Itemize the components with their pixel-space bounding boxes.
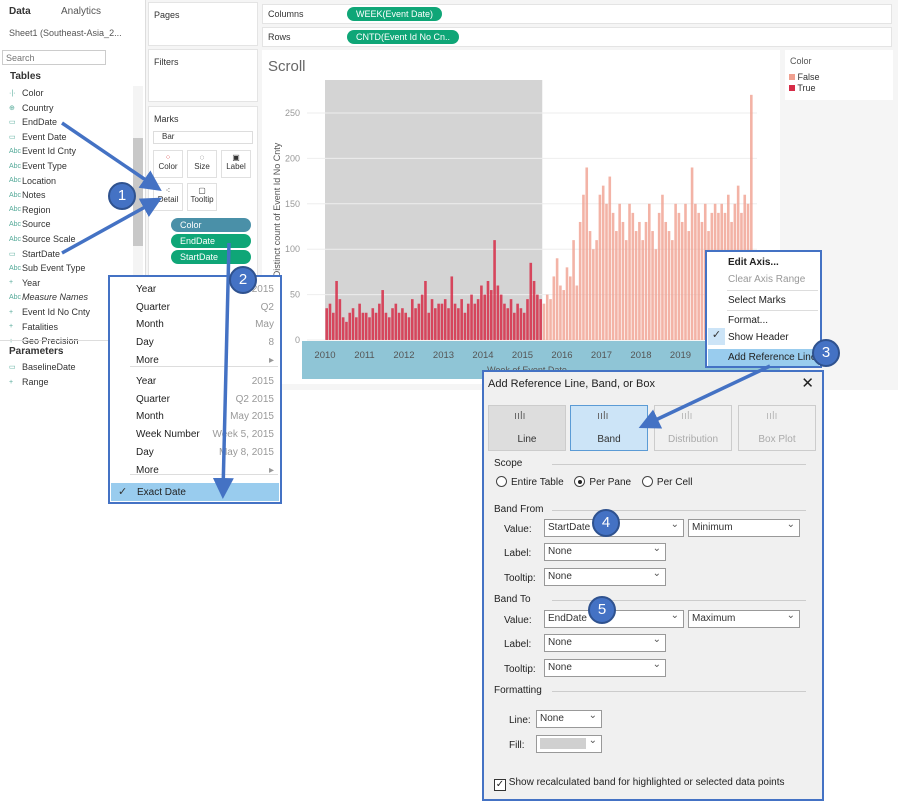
callout-4: 4 [592, 509, 620, 537]
annotation-arrows [61, 121, 771, 499]
callout-5: 5 [588, 596, 616, 624]
callout-3: 3 [812, 339, 840, 367]
arrow-1a [61, 121, 162, 191]
arrow-3 [638, 364, 771, 429]
callout-2: 2 [229, 266, 257, 294]
callout-1: 1 [108, 182, 136, 210]
arrow-1b [61, 197, 163, 255]
